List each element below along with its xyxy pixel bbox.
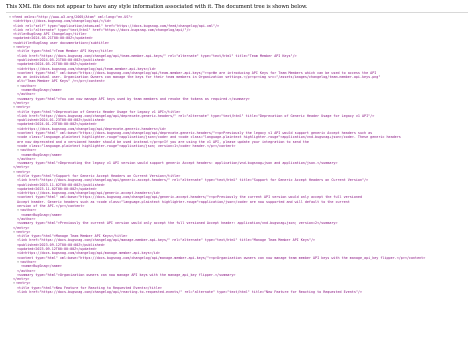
xml-line-text: <code class="language-plaintext highligh…	[17, 143, 236, 148]
xml-tree-line: <content type="html" xml:base="https://d…	[6, 256, 468, 260]
xml-line-text: <summary type="html">Deprecating the leg…	[17, 161, 338, 166]
xml-line-text: <summary type="html">You can now manage …	[17, 96, 250, 101]
notice-divider	[6, 12, 468, 13]
xml-line-text: <link href="https://docs.bugsnag.com/cha…	[17, 290, 362, 294]
xml-line-text: <summary type="html">Organization owners…	[17, 272, 236, 277]
xml-document-tree: ▾<feed xmlns="http://www.w3.org/2005/Ato…	[0, 15, 474, 294]
xml-tree-line: <link href="https://docs.bugsnag.com/cha…	[6, 290, 468, 294]
xml-style-notice: This XML file does not appear to have an…	[6, 4, 308, 10]
xml-line-text: <summary type="html">Previously the curr…	[17, 221, 338, 226]
xml-line-text: <content type="html" xml:base="https://d…	[17, 255, 426, 260]
